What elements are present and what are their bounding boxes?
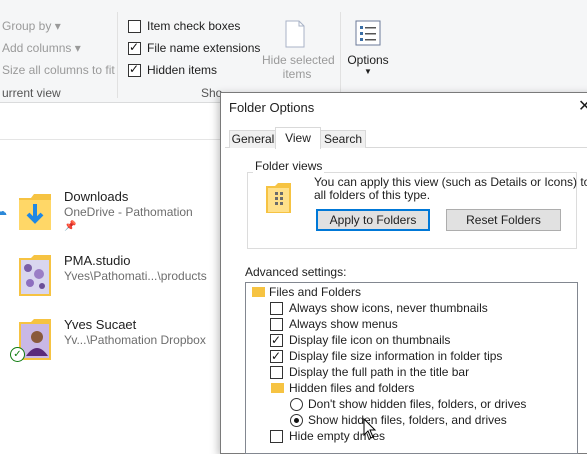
options-label: Options	[347, 53, 389, 67]
file-location: OneDrive - Pathomation	[64, 205, 193, 219]
tab-view[interactable]: View	[275, 127, 321, 149]
ribbon-divider	[340, 12, 341, 98]
pin-icon: 📌	[64, 221, 77, 232]
cloud-icon: ☁	[0, 206, 7, 218]
option-checkbox[interactable]	[270, 366, 283, 379]
list-item[interactable]: ✓ Yves Sucaet Yv...\Pathomation Dropbox	[0, 311, 220, 367]
option-radio[interactable]	[290, 414, 303, 427]
options-button[interactable]: Options ▼	[344, 18, 392, 82]
folder-icon	[252, 287, 265, 297]
apply-to-folders-button[interactable]: Apply to Folders	[316, 209, 430, 231]
list-item[interactable]: ☁ Downloads OneDrive - Pathomation 📌	[0, 183, 220, 239]
ribbon-divider	[117, 12, 118, 98]
folder-views-legend: Folder views	[253, 159, 325, 173]
option-checkbox[interactable]	[270, 318, 283, 331]
downloads-folder-icon	[19, 194, 51, 230]
navigation-bar	[0, 103, 220, 140]
file-location: Yv...\Pathomation Dropbox	[64, 333, 206, 347]
list-item[interactable]: PMA.studio Yves\Pathomati...\products	[0, 247, 220, 303]
folder-icon	[271, 383, 284, 393]
file-name: PMA.studio	[64, 253, 131, 268]
folder-thumbnail-icon	[19, 255, 51, 296]
mouse-cursor-icon	[363, 418, 377, 439]
dialog-title: Folder Options	[229, 100, 315, 115]
option-checkbox[interactable]	[270, 430, 283, 443]
add-columns-button[interactable]: Add columns ▾	[2, 41, 81, 55]
hide-selected-label: Hide selected	[262, 53, 335, 67]
folder-views-description: You can apply this view (such as Details…	[314, 175, 587, 189]
file-location: Yves\Pathomati...\products	[64, 269, 207, 283]
file-name-extensions-checkbox[interactable]	[128, 40, 141, 55]
close-icon[interactable]: ✕	[578, 96, 587, 116]
options-icon	[355, 20, 381, 46]
advanced-settings-list[interactable]: Files and Folders Always show icons, nev…	[245, 282, 578, 454]
hide-selected-items-button[interactable]: Hide selected items	[262, 18, 335, 82]
hidden-items-checkbox[interactable]	[128, 62, 141, 77]
tab-general[interactable]: General	[229, 130, 277, 148]
file-name-extensions-label: File name extensions	[147, 41, 261, 55]
folder-options-dialog: Folder Options ✕ General View Search Fol…	[220, 92, 587, 454]
size-columns-button[interactable]: Size all columns to fit	[2, 63, 115, 77]
page-icon	[285, 20, 305, 48]
sync-status-icon: ✓	[10, 347, 25, 362]
item-check-boxes-checkbox[interactable]	[128, 20, 141, 33]
option-radio[interactable]	[290, 398, 303, 411]
ribbon: Group by ▾ Add columns ▾ Size all column…	[0, 0, 587, 103]
item-check-boxes-label: Item check boxes	[147, 19, 241, 33]
advanced-settings-label: Advanced settings:	[245, 265, 347, 279]
option-checkbox[interactable]	[270, 348, 283, 364]
reset-folders-button[interactable]: Reset Folders	[446, 209, 561, 231]
hidden-items-label: Hidden items	[147, 63, 218, 77]
tab-search[interactable]: Search	[320, 130, 366, 148]
hide-selected-label-2: items	[282, 67, 312, 81]
option-checkbox[interactable]	[270, 302, 283, 315]
folder-views-icon	[266, 183, 291, 213]
chevron-down-icon: ▼	[364, 67, 372, 76]
group-by-button[interactable]: Group by ▾	[2, 19, 61, 33]
file-name: Downloads	[64, 189, 129, 204]
current-view-group-label: urrent view	[2, 86, 61, 100]
file-name: Yves Sucaet	[64, 317, 137, 332]
option-checkbox[interactable]	[270, 332, 283, 348]
folder-views-description-2: all folders of this type.	[314, 188, 431, 202]
